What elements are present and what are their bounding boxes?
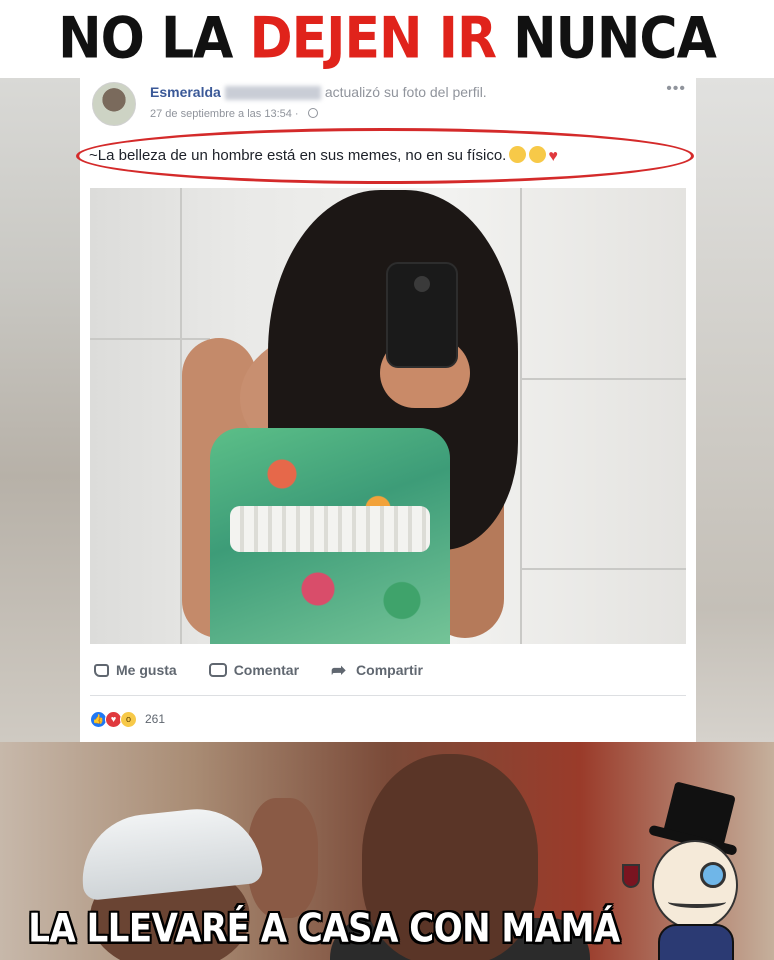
- wine-glass-icon: [622, 864, 640, 888]
- reactions-summary[interactable]: 👍 ♥ o 261: [90, 708, 165, 730]
- post-text-highlight-ellipse: ~La belleza de un hombre está en sus mem…: [76, 128, 694, 184]
- author-name[interactable]: Esmeralda: [150, 84, 221, 100]
- smartphone: [386, 262, 458, 368]
- post-header: Esmeralda actualizó su foto del perfil. 2…: [80, 78, 696, 130]
- smile-emoji-icon: [509, 146, 527, 163]
- lace-band: [230, 506, 430, 552]
- rage-face: [652, 840, 738, 930]
- tile-grout: [90, 338, 210, 340]
- like-button[interactable]: Me gusta: [94, 662, 177, 678]
- thumbs-up-icon: [94, 663, 109, 677]
- heart-icon: ♥: [548, 148, 558, 165]
- top-caption-part1: NO LA: [58, 5, 250, 72]
- author-avatar[interactable]: [92, 82, 136, 126]
- share-label: Compartir: [356, 662, 423, 678]
- monocle-rage-face: [622, 781, 762, 960]
- divider: [90, 695, 686, 696]
- comment-label: Comentar: [233, 662, 300, 678]
- share-button[interactable]: ➦ Compartir: [331, 659, 423, 680]
- profile-photo[interactable]: [90, 188, 686, 644]
- reaction-count: 261: [145, 712, 166, 726]
- top-caption-highlight: DEJEN IR: [249, 5, 497, 72]
- wow-reaction-icon: o: [120, 710, 137, 728]
- more-options-icon[interactable]: •••: [666, 80, 686, 98]
- comment-button[interactable]: Comentar: [208, 662, 300, 678]
- share-icon: ➦: [331, 659, 347, 680]
- post-text: ~La belleza de un hombre está en sus mem…: [89, 146, 558, 166]
- tile-grout: [520, 188, 522, 644]
- post-actions: Me gusta Comentar ➦ Compartir: [90, 656, 686, 684]
- bottom-caption: LA LLEVARÉ A CASA CON MAMÁ: [28, 906, 620, 952]
- top-caption: NO LA DEJEN IR NUNCA: [0, 0, 774, 82]
- monocle-icon: [700, 862, 726, 888]
- tile-grout: [520, 378, 686, 380]
- globe-icon: [307, 108, 318, 118]
- grin-emoji-icon: [529, 146, 547, 163]
- tile-grout: [520, 568, 686, 570]
- post-action-text: actualizó su foto del perfil.: [324, 84, 487, 100]
- facebook-post-card: Esmeralda actualizó su foto del perfil. 2…: [76, 78, 696, 742]
- blurred-background-right: [696, 78, 774, 742]
- like-label: Me gusta: [116, 662, 177, 678]
- top-caption-part3: NUNCA: [496, 5, 717, 72]
- blurred-background-left: [0, 78, 80, 742]
- post-timestamp[interactable]: 27 de septiembre a las 13:54 ·: [150, 108, 318, 120]
- author-line: Esmeralda actualizó su foto del perfil.: [150, 84, 487, 101]
- suit: [658, 924, 734, 960]
- timestamp-text: 27 de septiembre a las 13:54 ·: [150, 108, 302, 120]
- comment-icon: [208, 663, 227, 677]
- blurred-surname: [224, 86, 321, 101]
- post-text-content: ~La belleza de un hombre está en sus mem…: [89, 147, 507, 164]
- mustache: [668, 896, 726, 908]
